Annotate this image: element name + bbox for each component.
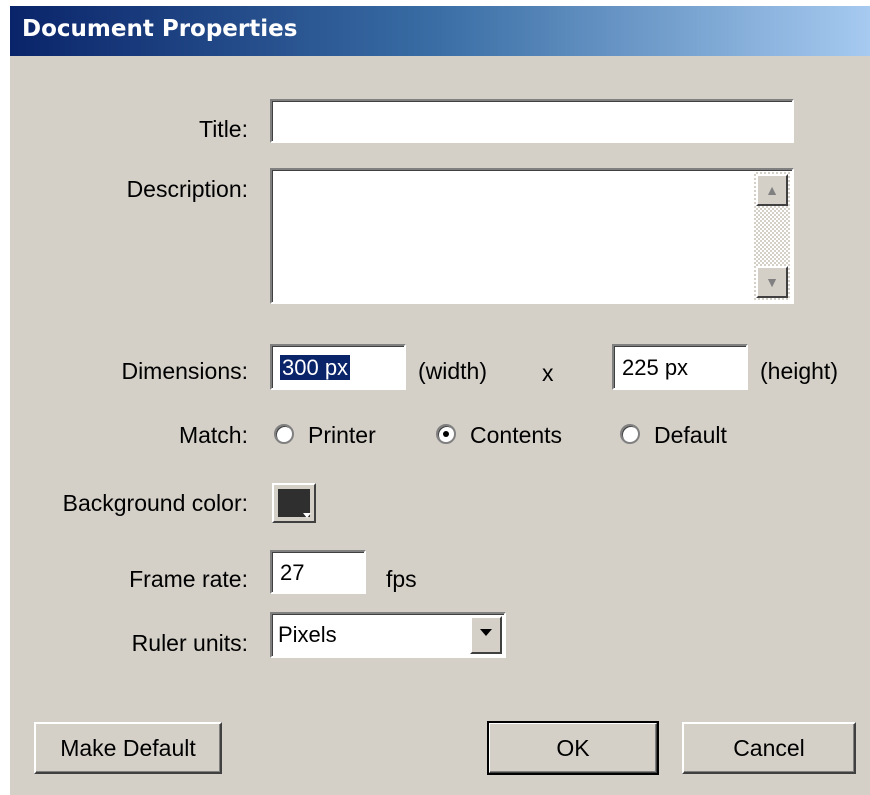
ruler-units-value: Pixels bbox=[278, 622, 337, 647]
ruler-units-label: Ruler units: bbox=[131, 630, 248, 656]
frame-rate-input[interactable]: 27 bbox=[270, 550, 366, 594]
background-color-swatch[interactable] bbox=[272, 483, 316, 523]
ok-button[interactable]: OK bbox=[487, 721, 659, 775]
description-scrollbar[interactable]: ▲ ▼ bbox=[754, 172, 790, 300]
frame-rate-value: 27 bbox=[280, 560, 305, 585]
background-color-label: Background color: bbox=[62, 490, 248, 516]
width-suffix: (width) bbox=[418, 358, 488, 384]
width-input[interactable]: 300 px bbox=[270, 344, 406, 390]
frame-rate-unit: fps bbox=[386, 566, 417, 592]
description-textarea[interactable]: ▲ ▼ bbox=[270, 168, 794, 304]
width-value: 300 px bbox=[280, 355, 351, 380]
radio-contents[interactable] bbox=[436, 424, 456, 444]
document-properties-dialog: Document Properties Title: Description: … bbox=[10, 6, 870, 795]
times-symbol: x bbox=[542, 360, 554, 386]
radio-selected-dot bbox=[443, 431, 449, 437]
cancel-button[interactable]: Cancel bbox=[682, 722, 856, 774]
radio-contents-label[interactable]: Contents bbox=[470, 422, 562, 449]
make-default-button[interactable]: Make Default bbox=[34, 722, 222, 774]
color-picker-arrow-icon bbox=[303, 513, 311, 518]
frame-rate-label: Frame rate: bbox=[129, 566, 248, 592]
window-title: Document Properties bbox=[22, 16, 298, 42]
height-value: 225 px bbox=[622, 355, 689, 380]
height-input[interactable]: 225 px bbox=[612, 344, 748, 390]
scroll-down-arrow-icon[interactable]: ▼ bbox=[756, 266, 788, 298]
title-bar[interactable]: Document Properties bbox=[10, 6, 870, 56]
scroll-up-arrow-icon[interactable]: ▲ bbox=[756, 174, 788, 206]
dimensions-label: Dimensions: bbox=[121, 358, 248, 384]
dropdown-arrow-icon[interactable] bbox=[470, 616, 502, 654]
title-label: Title: bbox=[199, 116, 248, 142]
radio-printer-label[interactable]: Printer bbox=[308, 422, 376, 449]
title-input[interactable] bbox=[270, 99, 794, 143]
match-label: Match: bbox=[178, 422, 248, 448]
radio-default[interactable] bbox=[620, 424, 640, 444]
radio-default-label[interactable]: Default bbox=[654, 422, 727, 449]
ruler-units-select[interactable]: Pixels bbox=[270, 612, 506, 658]
radio-printer[interactable] bbox=[274, 424, 294, 444]
title-input-box[interactable] bbox=[272, 101, 792, 141]
description-label: Description: bbox=[126, 176, 248, 202]
height-suffix: (height) bbox=[760, 358, 838, 384]
